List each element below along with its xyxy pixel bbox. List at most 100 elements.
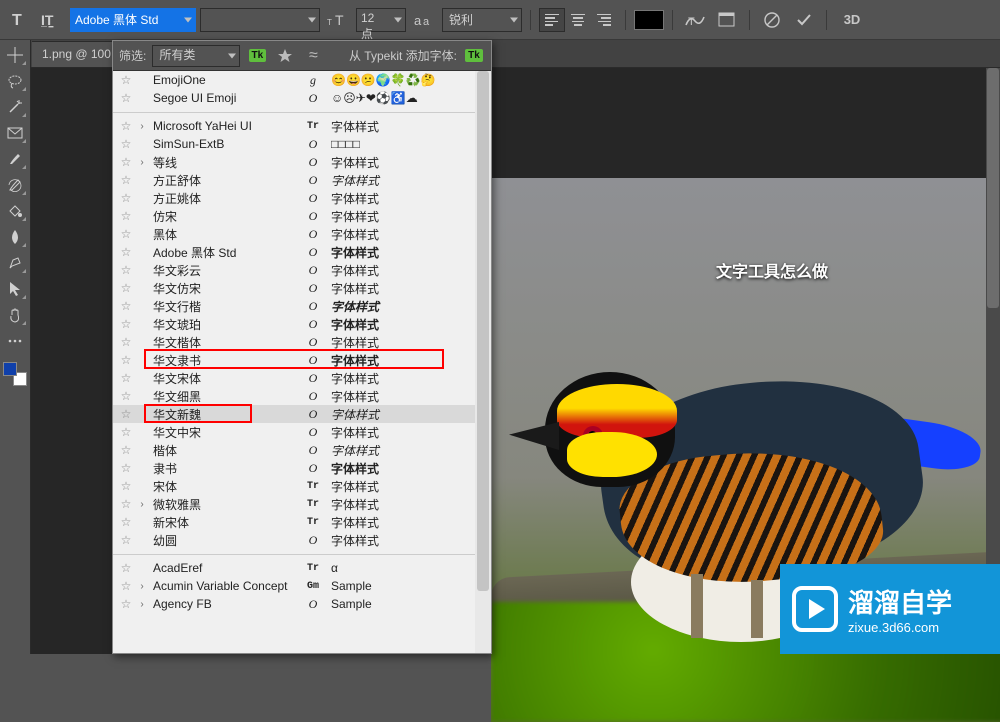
cancel-button[interactable] (758, 6, 786, 34)
character-panel-button[interactable] (713, 6, 741, 34)
3d-button[interactable]: 3D (835, 6, 869, 34)
scrollbar-thumb[interactable] (477, 71, 489, 591)
lasso-tool[interactable] (3, 70, 27, 92)
text-orientation-toggle[interactable]: T (6, 6, 34, 34)
font-row[interactable]: ☆›Acumin Variable ConceptGmSample (113, 577, 491, 595)
font-row[interactable]: ☆新宋体Tr字体样式 (113, 513, 491, 531)
align-left-button[interactable] (539, 8, 565, 32)
pen-tool[interactable] (3, 252, 27, 274)
font-row[interactable]: ☆仿宋O字体样式 (113, 207, 491, 225)
favorite-star-icon[interactable]: ☆ (119, 533, 133, 547)
favorite-star-icon[interactable]: ☆ (119, 335, 133, 349)
favorite-star-icon[interactable]: ☆ (119, 597, 133, 611)
hand-tool[interactable] (3, 304, 27, 326)
font-row[interactable]: ☆华文隶书O字体样式 (113, 351, 491, 369)
font-row[interactable]: ☆方正舒体O字体样式 (113, 171, 491, 189)
font-family-select[interactable]: Adobe 黑体 Std (70, 8, 196, 32)
favorite-star-icon[interactable]: ☆ (119, 317, 133, 331)
favorite-star-icon[interactable]: ☆ (119, 479, 133, 493)
blur-tool[interactable] (3, 226, 27, 248)
font-row[interactable]: ☆华文中宋O字体样式 (113, 423, 491, 441)
favorite-star-icon[interactable]: ☆ (119, 579, 133, 593)
favorite-star-icon[interactable]: ☆ (119, 173, 133, 187)
font-row[interactable]: ☆›等线O字体样式 (113, 153, 491, 171)
align-center-button[interactable] (565, 8, 591, 32)
favorite-star-icon[interactable]: ☆ (119, 353, 133, 367)
favorite-filter-button[interactable] (274, 45, 296, 67)
font-panel-scrollbar[interactable] (475, 71, 491, 653)
foreground-background-swatch[interactable] (3, 362, 27, 386)
favorite-star-icon[interactable]: ☆ (119, 227, 133, 241)
font-row[interactable]: ☆方正姚体O字体样式 (113, 189, 491, 207)
scrollbar-thumb[interactable] (987, 68, 999, 308)
history-brush-tool[interactable] (3, 174, 27, 196)
favorite-star-icon[interactable]: ☆ (119, 407, 133, 421)
foreground-color[interactable] (3, 362, 17, 376)
favorite-star-icon[interactable]: ☆ (119, 281, 133, 295)
move-tool[interactable] (3, 44, 27, 66)
tk-filter-button[interactable]: Tk (246, 45, 268, 67)
favorite-star-icon[interactable]: ☆ (119, 515, 133, 529)
warp-text-button[interactable]: T (681, 6, 709, 34)
favorite-star-icon[interactable]: ☆ (119, 389, 133, 403)
expand-chevron-icon[interactable]: › (137, 499, 147, 510)
canvas-text-layer[interactable]: 文字工具怎么做 (716, 258, 828, 282)
font-size-input[interactable]: 12 点 (356, 8, 406, 32)
font-row[interactable]: ☆华文仿宋O字体样式 (113, 279, 491, 297)
favorite-star-icon[interactable]: ☆ (119, 137, 133, 151)
expand-chevron-icon[interactable]: › (137, 581, 147, 592)
favorite-star-icon[interactable]: ☆ (119, 191, 133, 205)
expand-chevron-icon[interactable]: › (137, 157, 147, 168)
favorite-star-icon[interactable]: ☆ (119, 91, 133, 105)
font-row[interactable]: ☆幼圆O字体样式 (113, 531, 491, 549)
font-row[interactable]: ☆SimSun-ExtBO□□□□ (113, 135, 491, 153)
expand-chevron-icon[interactable]: › (137, 121, 147, 132)
favorite-star-icon[interactable]: ☆ (119, 561, 133, 575)
font-row[interactable]: ☆华文新魏O字体样式 (113, 405, 491, 423)
filter-select[interactable]: 所有类 (152, 45, 240, 67)
favorite-star-icon[interactable]: ☆ (119, 209, 133, 223)
font-row[interactable]: ☆黑体O字体样式 (113, 225, 491, 243)
font-row[interactable]: ☆华文琥珀O字体样式 (113, 315, 491, 333)
favorite-star-icon[interactable]: ☆ (119, 73, 133, 87)
similar-filter-button[interactable]: ≈ (302, 45, 324, 67)
brush-tool[interactable] (3, 148, 27, 170)
font-row[interactable]: ☆EmojiOneg😊😀😕🌍🍀♻️🤔 (113, 71, 491, 89)
anti-alias-select[interactable]: 锐利 (442, 8, 522, 32)
bucket-tool[interactable] (3, 200, 27, 222)
commit-button[interactable] (790, 6, 818, 34)
favorite-star-icon[interactable]: ☆ (119, 443, 133, 457)
favorite-star-icon[interactable]: ☆ (119, 461, 133, 475)
document-tab[interactable]: 1.png @ 100 (32, 41, 121, 67)
font-row[interactable]: ☆AcadErefTrα (113, 559, 491, 577)
font-row[interactable]: ☆Adobe 黑体 StdO字体样式 (113, 243, 491, 261)
more-tools[interactable] (3, 330, 27, 352)
font-row[interactable]: ☆华文行楷O字体样式 (113, 297, 491, 315)
favorite-star-icon[interactable]: ☆ (119, 245, 133, 259)
font-row[interactable]: ☆宋体Tr字体样式 (113, 477, 491, 495)
font-list[interactable]: ☆EmojiOneg😊😀😕🌍🍀♻️🤔☆Segoe UI EmojiO☺☹✈❤⚽♿… (113, 71, 491, 653)
favorite-star-icon[interactable]: ☆ (119, 299, 133, 313)
favorite-star-icon[interactable]: ☆ (119, 371, 133, 385)
text-color-swatch[interactable] (634, 10, 664, 30)
favorite-star-icon[interactable]: ☆ (119, 497, 133, 511)
font-row[interactable]: ☆Segoe UI EmojiO☺☹✈❤⚽♿☁ (113, 89, 491, 107)
font-row[interactable]: ☆华文细黑O字体样式 (113, 387, 491, 405)
font-row[interactable]: ☆›微软雅黑Tr字体样式 (113, 495, 491, 513)
font-row[interactable]: ☆隶书O字体样式 (113, 459, 491, 477)
favorite-star-icon[interactable]: ☆ (119, 155, 133, 169)
typekit-add-button[interactable]: Tk (463, 45, 485, 67)
expand-chevron-icon[interactable]: › (137, 599, 147, 610)
font-row[interactable]: ☆华文楷体O字体样式 (113, 333, 491, 351)
path-select-tool[interactable] (3, 278, 27, 300)
favorite-star-icon[interactable]: ☆ (119, 263, 133, 277)
font-weight-select[interactable] (200, 8, 320, 32)
font-row[interactable]: ☆›Agency FBOSample (113, 595, 491, 613)
favorite-star-icon[interactable]: ☆ (119, 425, 133, 439)
envelope-tool[interactable] (3, 122, 27, 144)
font-row[interactable]: ☆华文宋体O字体样式 (113, 369, 491, 387)
font-row[interactable]: ☆楷体O字体样式 (113, 441, 491, 459)
text-orientation-vertical[interactable]: I̲T (38, 6, 66, 34)
favorite-star-icon[interactable]: ☆ (119, 119, 133, 133)
align-right-button[interactable] (591, 8, 617, 32)
